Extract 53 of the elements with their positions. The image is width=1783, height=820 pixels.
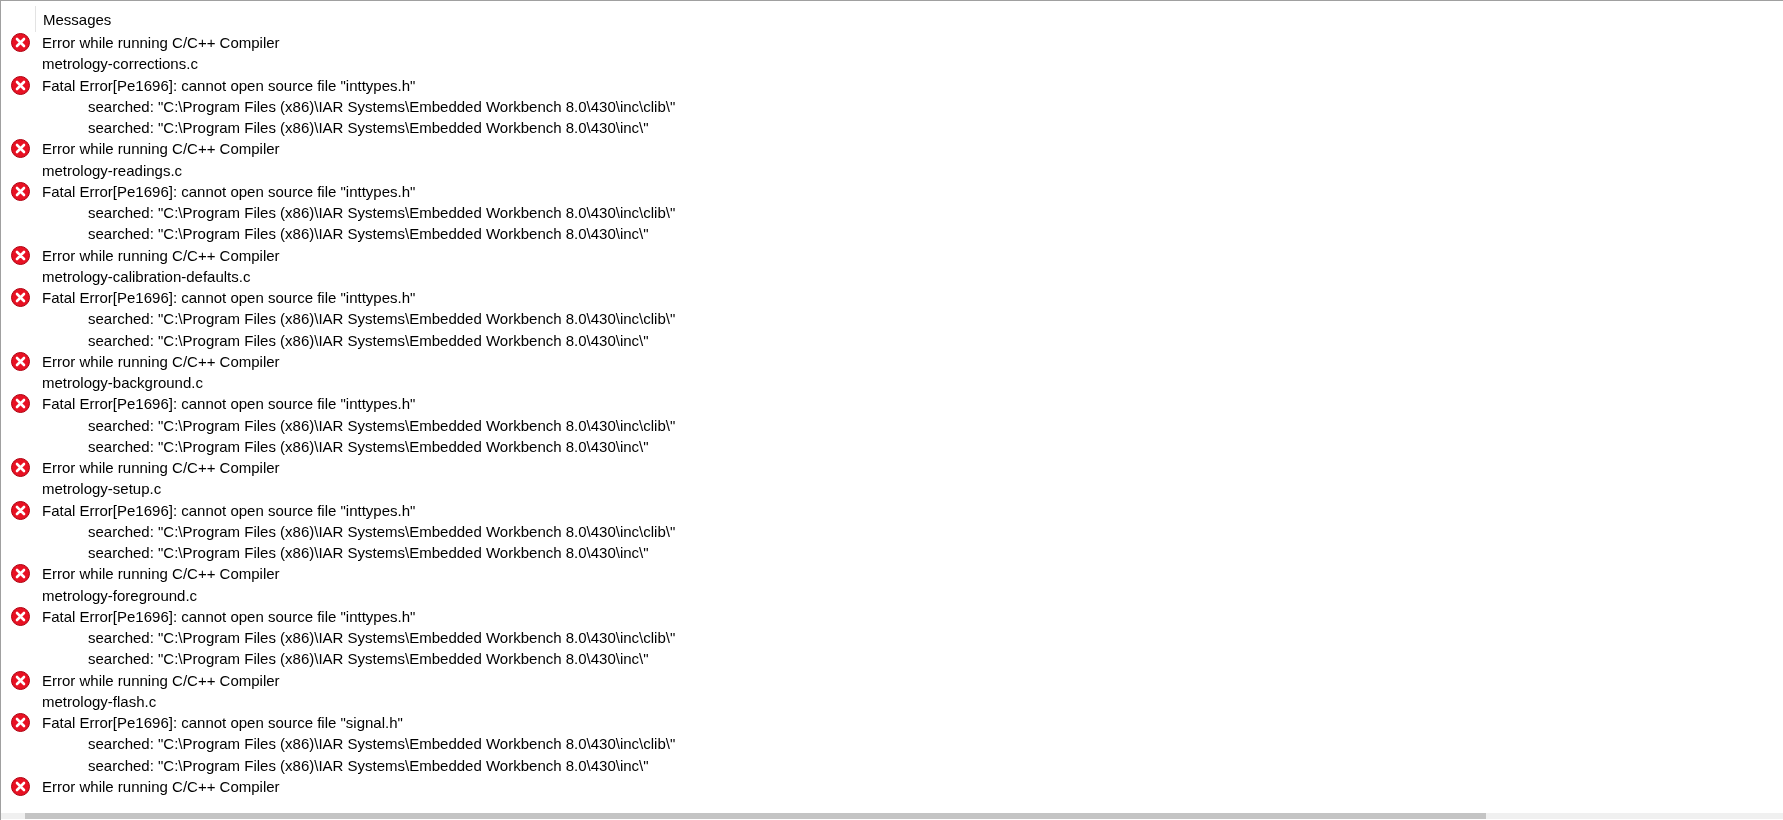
error-message: Error while running C/C++ Compiler bbox=[42, 565, 280, 583]
file-name: metrology-foreground.c bbox=[42, 586, 198, 604]
error-message: Error while running C/C++ Compiler bbox=[42, 459, 280, 477]
error-icon bbox=[11, 75, 30, 95]
error-message: Error while running C/C++ Compiler bbox=[42, 777, 280, 795]
search-path: searched: "C:\Program Files (x86)\IAR Systems\Embedded Workbench 8.0\430\inc\clib\" bbox=[87, 204, 676, 222]
error-icon bbox=[11, 458, 30, 478]
search-path: searched: "C:\Program Files (x86)\IAR Systems\Embedded Workbench 8.0\430\inc\clib\" bbox=[87, 416, 676, 434]
error-icon bbox=[11, 245, 30, 265]
search-path: searched: "C:\Program Files (x86)\IAR Systems\Embedded Workbench 8.0\430\inc\" bbox=[87, 756, 649, 774]
error-icon bbox=[11, 139, 30, 159]
file-name: metrology-readings.c bbox=[42, 161, 183, 179]
file-name: metrology-flash.c bbox=[42, 692, 157, 710]
horizontal-scrollbar[interactable] bbox=[1, 813, 1783, 819]
error-icon bbox=[11, 606, 30, 626]
search-path: searched: "C:\Program Files (x86)\IAR Systems\Embedded Workbench 8.0\430\inc\clib\" bbox=[87, 735, 676, 753]
error-message: Fatal Error[Pe1696]: cannot open source file "inttypes.h" bbox=[42, 182, 416, 200]
error-icon bbox=[11, 288, 30, 308]
search-path: searched: "C:\Program Files (x86)\IAR Systems\Embedded Workbench 8.0\430\inc\" bbox=[87, 225, 649, 243]
search-path: searched: "C:\Program Files (x86)\IAR Systems\Embedded Workbench 8.0\430\inc\" bbox=[87, 331, 649, 349]
error-icon bbox=[11, 564, 30, 584]
file-name: metrology-background.c bbox=[42, 374, 203, 392]
error-icon bbox=[11, 181, 30, 201]
search-path: searched: "C:\Program Files (x86)\IAR Systems\Embedded Workbench 8.0\430\inc\clib\" bbox=[87, 522, 676, 540]
error-icon bbox=[11, 351, 30, 371]
error-icon bbox=[11, 394, 30, 414]
error-icon bbox=[11, 776, 30, 796]
search-path: searched: "C:\Program Files (x86)\IAR Systems\Embedded Workbench 8.0\430\inc\" bbox=[87, 650, 649, 668]
error-message: Error while running C/C++ Compiler bbox=[42, 140, 280, 158]
column-header[interactable]: Messages bbox=[43, 10, 112, 28]
error-message: Fatal Error[Pe1696]: cannot open source file "inttypes.h" bbox=[42, 76, 416, 94]
error-message: Fatal Error[Pe1696]: cannot open source file "inttypes.h" bbox=[42, 395, 416, 413]
error-message: Error while running C/C++ Compiler bbox=[42, 34, 280, 52]
error-icon bbox=[11, 713, 30, 733]
search-path: searched: "C:\Program Files (x86)\IAR Systems\Embedded Workbench 8.0\430\inc\clib\" bbox=[87, 629, 676, 647]
file-name: metrology-corrections.c bbox=[42, 55, 198, 73]
error-icon bbox=[11, 500, 30, 520]
error-message: Error while running C/C++ Compiler bbox=[42, 352, 280, 370]
error-icon bbox=[11, 670, 30, 690]
error-message: Error while running C/C++ Compiler bbox=[42, 246, 280, 264]
error-message: Fatal Error[Pe1696]: cannot open source file "inttypes.h" bbox=[42, 607, 416, 625]
search-path: searched: "C:\Program Files (x86)\IAR Systems\Embedded Workbench 8.0\430\inc\clib\" bbox=[87, 310, 676, 328]
search-path: searched: "C:\Program Files (x86)\IAR Systems\Embedded Workbench 8.0\430\inc\clib\" bbox=[87, 97, 676, 115]
search-path: searched: "C:\Program Files (x86)\IAR Systems\Embedded Workbench 8.0\430\inc\" bbox=[87, 119, 649, 137]
file-name: metrology-setup.c bbox=[42, 480, 162, 498]
error-message: Error while running C/C++ Compiler bbox=[42, 671, 280, 689]
search-path: searched: "C:\Program Files (x86)\IAR Systems\Embedded Workbench 8.0\430\inc\" bbox=[87, 437, 649, 455]
search-path: searched: "C:\Program Files (x86)\IAR Systems\Embedded Workbench 8.0\430\inc\" bbox=[87, 544, 649, 562]
file-name: metrology-calibration-defaults.c bbox=[42, 267, 251, 285]
error-icon bbox=[11, 33, 30, 53]
error-message: Fatal Error[Pe1696]: cannot open source file "inttypes.h" bbox=[42, 289, 416, 307]
error-message: Fatal Error[Pe1696]: cannot open source file "signal.h" bbox=[42, 714, 403, 732]
error-message: Fatal Error[Pe1696]: cannot open source file "inttypes.h" bbox=[42, 501, 416, 519]
